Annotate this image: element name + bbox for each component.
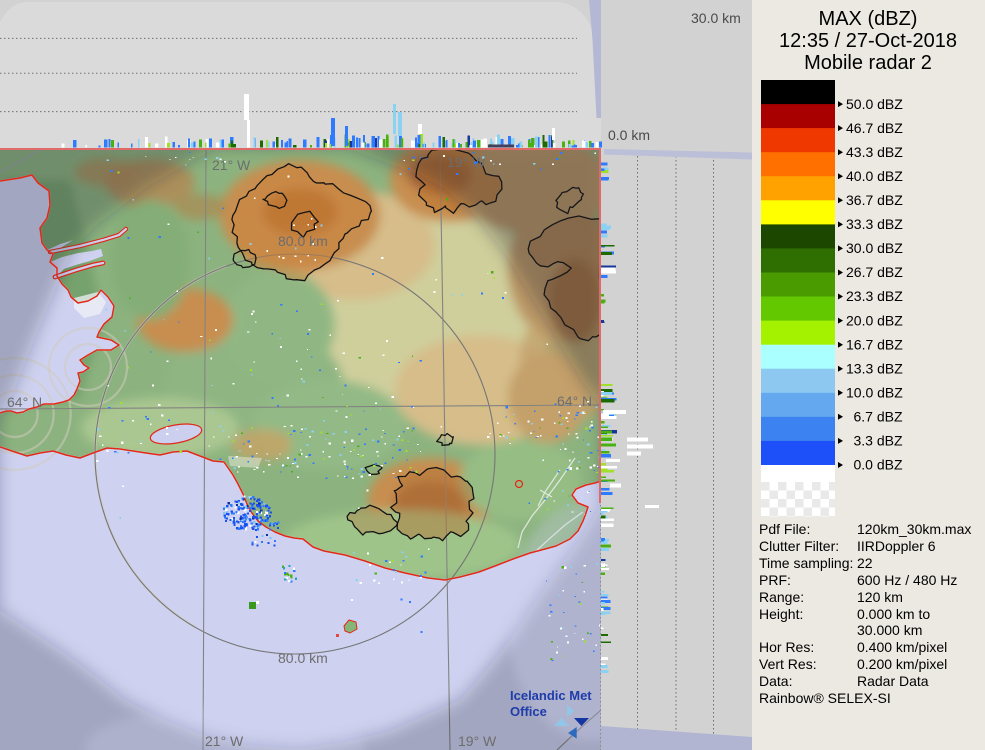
svg-text:Time sampling:: Time sampling: [759, 555, 853, 571]
svg-text:10.0 dBZ: 10.0 dBZ [846, 385, 903, 401]
svg-text:19° W: 19° W [458, 733, 497, 749]
svg-text:13.3 dBZ: 13.3 dBZ [846, 360, 903, 376]
svg-text:21° W: 21° W [205, 733, 244, 749]
svg-text:40.0 dBZ: 40.0 dBZ [846, 168, 903, 184]
svg-text:20.0 dBZ: 20.0 dBZ [846, 312, 903, 328]
svg-text:Rainbow® SELEX-SI: Rainbow® SELEX-SI [759, 690, 891, 706]
svg-text:6.7 dBZ: 6.7 dBZ [854, 409, 903, 425]
svg-text:PRF:: PRF: [759, 572, 791, 588]
svg-text:MAX (dBZ): MAX (dBZ) [819, 8, 918, 30]
svg-text:Radar Data: Radar Data [857, 673, 929, 689]
svg-text:23.3 dBZ: 23.3 dBZ [846, 288, 903, 304]
svg-text:Hor Res:: Hor Res: [759, 639, 814, 655]
svg-text:46.7 dBZ: 46.7 dBZ [846, 120, 903, 136]
svg-text:Icelandic Met: Icelandic Met [510, 688, 592, 703]
svg-text:0.200 km/pixel: 0.200 km/pixel [857, 656, 947, 672]
svg-text:120km_30km.max: 120km_30km.max [857, 521, 971, 537]
svg-text:26.7 dBZ: 26.7 dBZ [846, 264, 903, 280]
svg-text:80.0 km: 80.0 km [278, 650, 328, 666]
svg-text:36.7 dBZ: 36.7 dBZ [846, 192, 903, 208]
svg-text:80.0 km: 80.0 km [278, 233, 328, 249]
svg-text:33.3 dBZ: 33.3 dBZ [846, 216, 903, 232]
svg-text:0.0 km: 0.0 km [608, 127, 650, 143]
svg-text:120 km: 120 km [857, 589, 903, 605]
svg-text:22: 22 [857, 555, 873, 571]
svg-text:Data:: Data: [759, 673, 792, 689]
svg-text:21° W: 21° W [212, 157, 251, 173]
svg-text:0.400 km/pixel: 0.400 km/pixel [857, 639, 947, 655]
svg-text:Clutter Filter:: Clutter Filter: [759, 538, 839, 554]
svg-text:Office: Office [510, 704, 547, 719]
svg-text:19° W: 19° W [447, 154, 486, 170]
svg-text:Vert Res:: Vert Res: [759, 656, 817, 672]
svg-text:600 Hz / 480 Hz: 600 Hz / 480 Hz [857, 572, 957, 588]
svg-text:30.0 km: 30.0 km [691, 10, 741, 26]
svg-text:12:35 / 27-Oct-2018: 12:35 / 27-Oct-2018 [779, 30, 957, 52]
svg-text:Height:: Height: [759, 606, 803, 622]
svg-text:3.3 dBZ: 3.3 dBZ [854, 433, 903, 449]
svg-text:Range:: Range: [759, 589, 804, 605]
svg-text:43.3 dBZ: 43.3 dBZ [846, 144, 903, 160]
svg-text:64° N: 64° N [7, 394, 42, 410]
svg-text:64° N: 64° N [557, 393, 592, 409]
svg-text:0.0 dBZ: 0.0 dBZ [854, 457, 903, 473]
svg-text:0.000 km to: 0.000 km to [857, 606, 930, 622]
svg-text:Mobile radar 2: Mobile radar 2 [804, 52, 932, 74]
svg-text:IIRDoppler 6: IIRDoppler 6 [857, 538, 936, 554]
svg-text:Pdf File:: Pdf File: [759, 521, 810, 537]
svg-text:16.7 dBZ: 16.7 dBZ [846, 336, 903, 352]
svg-text:30.0 dBZ: 30.0 dBZ [846, 240, 903, 256]
svg-text:50.0 dBZ: 50.0 dBZ [846, 96, 903, 112]
svg-text:30.000 km: 30.000 km [857, 622, 922, 638]
